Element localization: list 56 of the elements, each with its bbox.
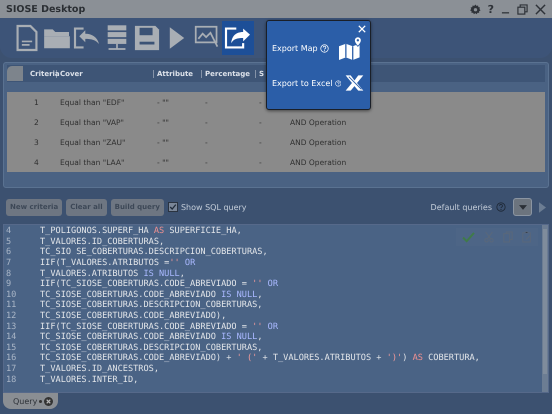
close-icon[interactable]: [44, 396, 54, 406]
play-icon[interactable]: [539, 202, 546, 212]
line-number: 14: [5, 332, 18, 342]
code-line: TC_SIOSE_COBERTURAS.CODE_ABREVIADO),: [40, 311, 226, 322]
line-number: 7: [5, 258, 12, 268]
line-number: 8: [5, 268, 12, 279]
restore-icon[interactable]: [517, 4, 528, 14]
checkbox[interactable]: [168, 202, 178, 212]
settings-icon[interactable]: [470, 4, 481, 14]
import-icon: [73, 26, 101, 50]
checkbox-label[interactable]: Show SQL query: [180, 202, 247, 212]
server-icon: [106, 24, 128, 52]
line-number: 6: [5, 247, 12, 258]
queries-dropdown[interactable]: [513, 198, 532, 216]
export-button[interactable]: [222, 21, 254, 55]
caret-icon: [518, 204, 526, 210]
line-number: 11: [5, 300, 18, 310]
export-option[interactable]: Export to Excel: [272, 78, 332, 88]
window-title: SIOSE Desktop: [6, 4, 86, 14]
code-line: TC_SIOSE_COBERTURAS.CODE_ABREVIADO IS NULL,: [40, 290, 262, 300]
map-icon[interactable]: [338, 36, 364, 60]
export-option[interactable]: Export Map: [272, 44, 318, 52]
code-line: TC_SIO SE_COBERTURAS.DESCRIPCION_COBERTURAS,: [40, 247, 268, 258]
help-button[interactable]: ?: [488, 4, 494, 14]
floppy-icon: [134, 25, 160, 51]
code-line: T_VALORES.ID_ANCESTROS,: [40, 364, 159, 374]
code-line: IIF(TC_SIOSE_COBERTURAS.CODE_ABREVIADO = '' OR: [40, 322, 278, 332]
export-icon: [224, 26, 252, 50]
line-number: 5: [5, 236, 12, 247]
line-number: 9: [5, 279, 12, 290]
code-line: T_VALORES.ID_COBERTURAS,: [40, 236, 164, 247]
line-number: 16: [5, 353, 18, 364]
line-number: 17: [5, 364, 18, 374]
play-icon: [168, 25, 186, 51]
check-icon[interactable]: [462, 232, 475, 242]
code-line: TC_SIOSE_COBERTURAS.DESCRIPCION_COBERTURAS,: [40, 342, 262, 353]
code-line: TC_SIOSE_COBERTURAS.CODE_ABREVIADO) + ' (' + T_VALORES.ATRIBUTOS + ')') AS COBERTURA,: [40, 353, 480, 364]
query-tab[interactable]: Query: [3, 393, 58, 409]
code-line: T_VALORES.ATRIBUTOS IS NULL,: [40, 268, 185, 279]
sql-editor[interactable]: [3, 224, 549, 393]
default-queries-label: Default queries: [430, 202, 492, 212]
code-line: IIF(TC_SIOSE_COBERTURAS.CODE_ABREVIADO = '' OR: [40, 279, 278, 290]
code-line: TC_SIOSE_COBERTURAS.DESCRIPCION_COBERTURAS,: [40, 300, 262, 310]
close-icon[interactable]: [535, 4, 546, 14]
line-number: 4: [5, 226, 12, 236]
line-number: 18: [5, 374, 18, 385]
line-number: 12: [5, 311, 18, 322]
code-line: IIF(T_VALORES.ATRIBUTOS ='' OR: [40, 258, 196, 268]
code-line: T_VALORES.INTER_ID,: [40, 374, 138, 385]
line-number: 10: [5, 290, 18, 300]
line-number: 13: [5, 322, 18, 332]
line-number: 15: [5, 342, 18, 353]
scrollbar[interactable]: [542, 225, 548, 392]
code-line: T_POLIGONOS.SUPERF_HA AS SUPERFICIE_HA,: [40, 226, 242, 236]
document-icon: [15, 24, 39, 52]
code-line: TC_SIOSE_COBERTURAS.CODE_ABREVIADO IS NULL,: [40, 332, 262, 342]
